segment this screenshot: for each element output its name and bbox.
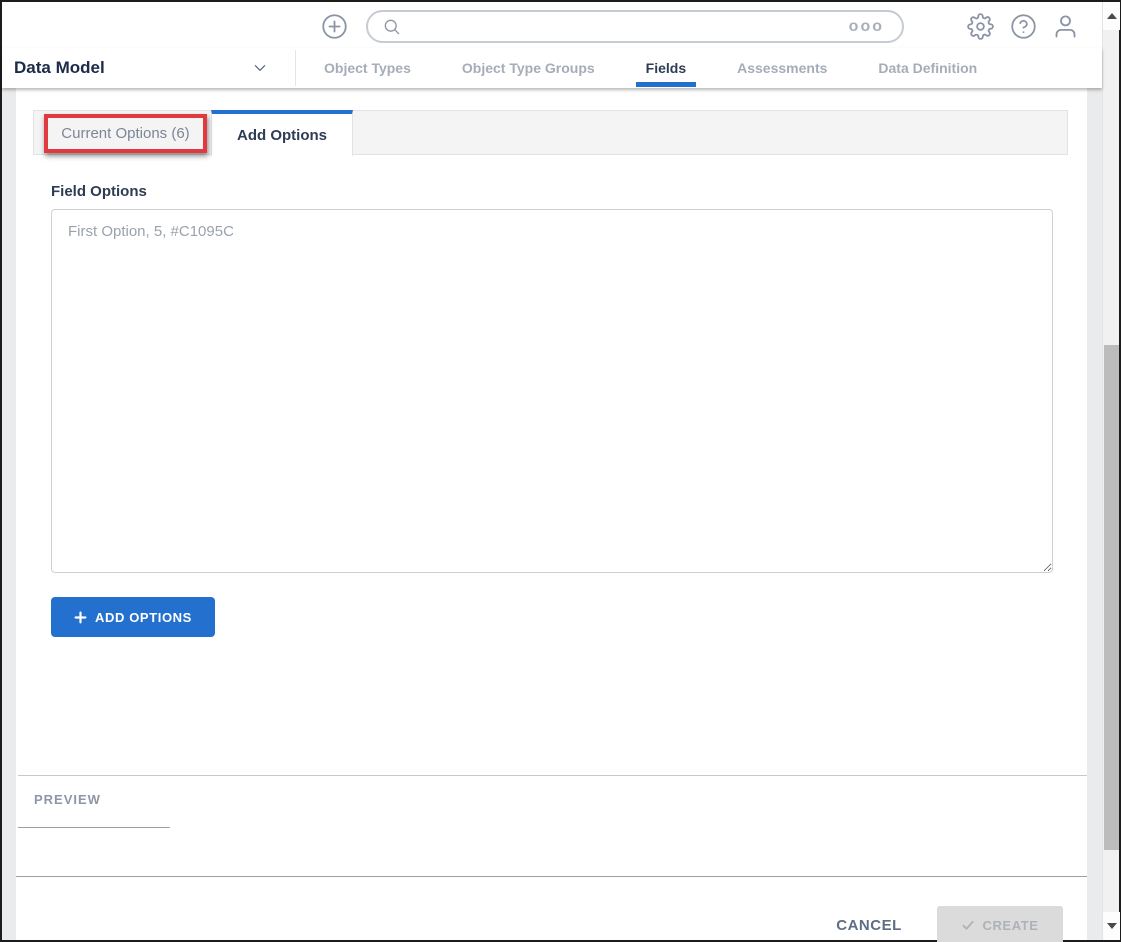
module-navbar: Data Model Object Types Object Type Grou… [2,48,1102,88]
scrollbar-thumb[interactable] [1104,345,1119,850]
help-icon[interactable] [1010,13,1037,40]
preview-underline [18,827,170,828]
create-button-label: CREATE [982,917,1039,933]
module-selector-label: Data Model [14,58,105,77]
add-options-button-label: ADD OPTIONS [95,609,192,625]
field-editor-panel: Add Options Current Options (6) Field Op… [16,88,1087,942]
plus-icon [74,611,87,623]
nav-item-object-types[interactable]: Object Types [324,48,411,88]
add-options-button[interactable]: ADD OPTIONS [51,597,215,637]
module-selector[interactable]: Data Model [14,48,105,88]
vertical-scrollbar[interactable] [1102,2,1120,940]
page-background: Add Options Current Options (6) Field Op… [2,88,1102,942]
search-more-indicator[interactable]: ooo [849,18,888,36]
search-input[interactable] [402,18,849,35]
search-bar[interactable]: ooo [366,10,904,43]
scroll-down-icon [1106,923,1117,929]
scroll-up-icon [1106,13,1117,19]
search-icon [384,19,400,34]
tab-current-options[interactable]: Current Options (6) [44,114,207,153]
plus-circle-icon[interactable] [321,13,348,40]
create-button[interactable]: CREATE [937,906,1063,942]
tab-add-options[interactable]: Add Options [211,110,353,156]
preview-divider [18,775,1087,776]
scrollbar-up-button[interactable] [1103,2,1120,30]
footer-divider [16,876,1087,877]
preview-section-label: PREVIEW [34,792,101,807]
app-window: ooo Data Model Object Types Object Type … [0,0,1121,942]
nav-item-assessments[interactable]: Assessments [737,48,827,88]
check-icon [962,920,974,930]
field-options-label: Field Options [51,183,147,200]
user-icon[interactable] [1052,13,1079,40]
nav-item-data-definition[interactable]: Data Definition [878,48,977,88]
cancel-button[interactable]: CANCEL [826,911,912,939]
scrollbar-down-button[interactable] [1103,912,1120,940]
field-options-textarea[interactable] [51,209,1053,573]
nav-links: Object Types Object Type Groups Fields A… [324,48,977,88]
top-header: ooo [2,2,1102,48]
nav-item-object-type-groups[interactable]: Object Type Groups [462,48,595,88]
gear-icon[interactable] [967,13,994,40]
chevron-down-icon[interactable] [252,60,268,76]
nav-item-fields[interactable]: Fields [646,48,686,88]
nav-divider [295,50,296,86]
